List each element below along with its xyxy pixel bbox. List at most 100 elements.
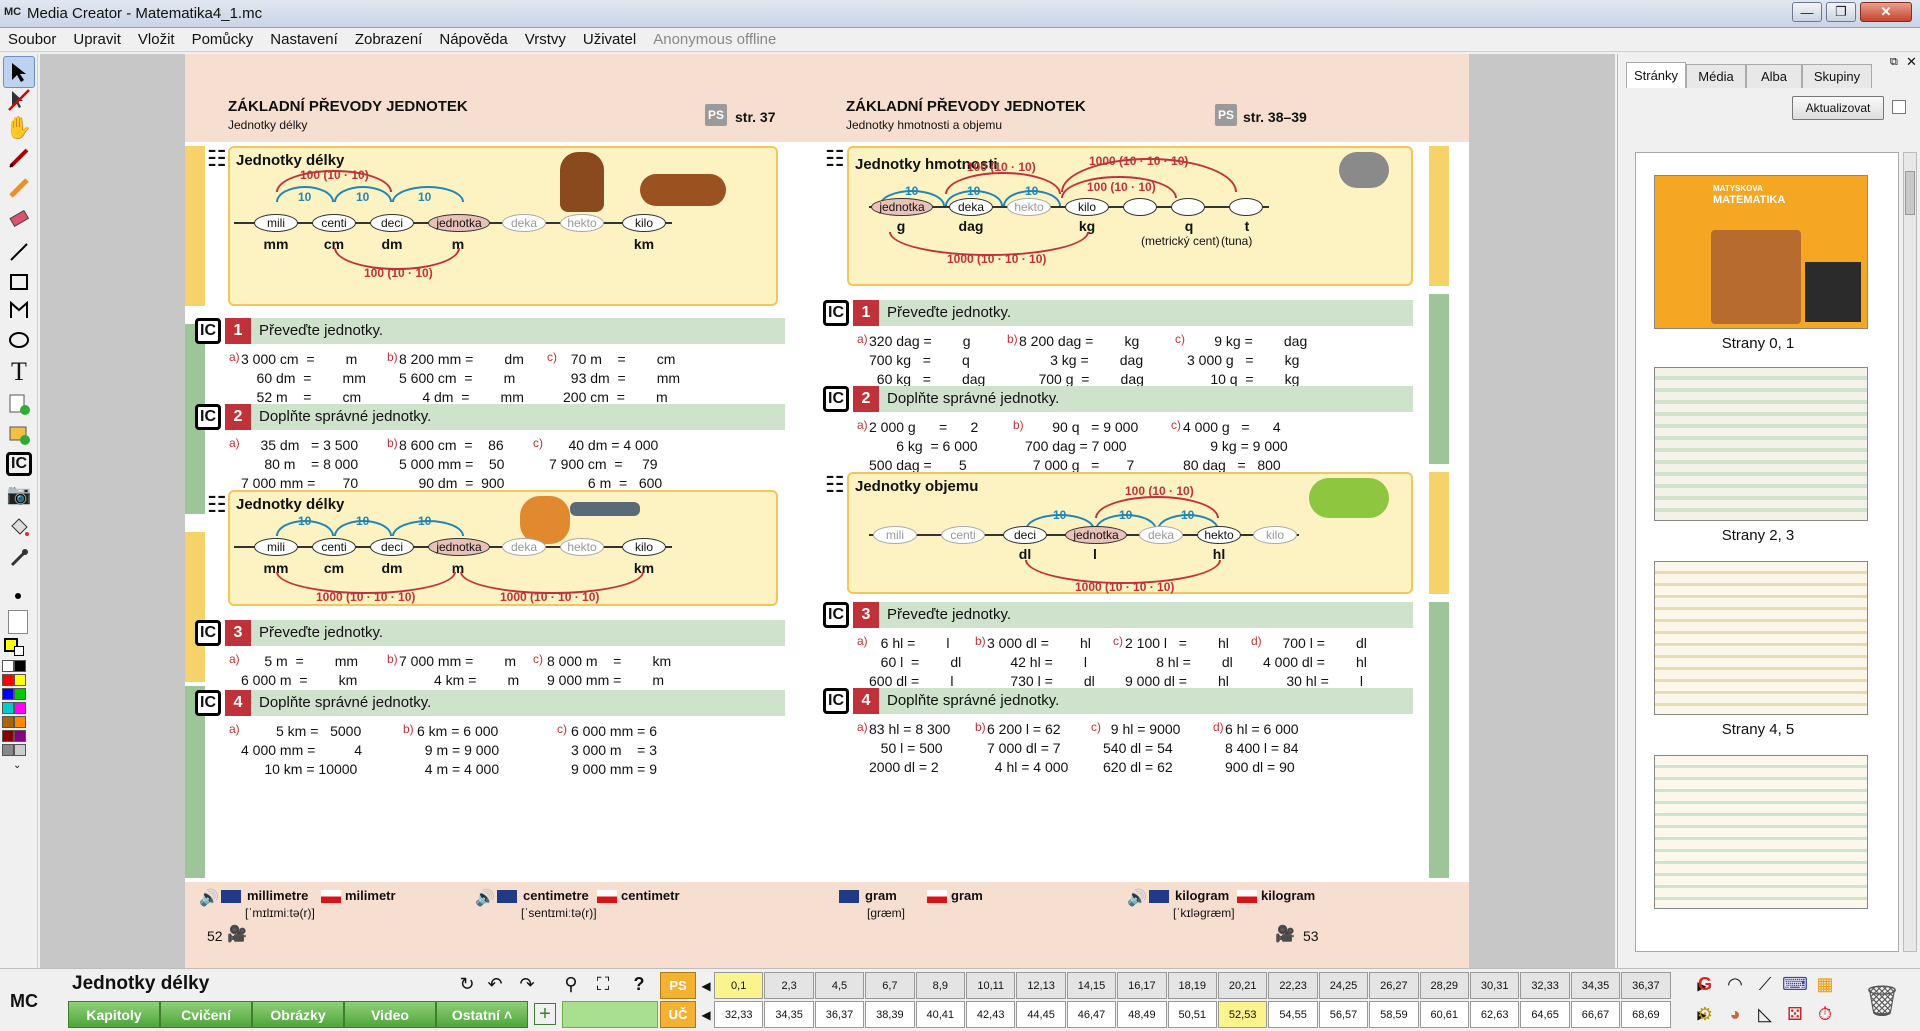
highlighter-tool[interactable] — [3, 172, 35, 204]
fill-tool[interactable] — [3, 512, 35, 544]
refresh-icon[interactable]: ↻ — [454, 971, 480, 997]
add-icon[interactable]: + — [534, 1003, 556, 1025]
uc-page-cell[interactable]: 60,61 — [1419, 1001, 1469, 1028]
brush-size-dot[interactable] — [15, 593, 21, 599]
dock-icon[interactable]: ⧉ — [1890, 56, 1898, 69]
ps-page-cell[interactable]: 30,31 — [1470, 972, 1520, 999]
swatch-brown[interactable] — [2, 716, 14, 728]
menu-nastaveni[interactable]: Nastavení — [270, 31, 338, 48]
ps-badge[interactable]: PS — [705, 104, 727, 126]
calculator-icon[interactable]: ▦ — [1812, 971, 1838, 997]
ic-badge[interactable]: IC — [195, 690, 221, 716]
uc-page-cell[interactable]: 38,39 — [865, 1001, 915, 1028]
video-camera-icon[interactable]: 🎥 — [227, 924, 247, 944]
ps-page-cell[interactable]: 22,23 — [1268, 972, 1318, 999]
swatch-cyan[interactable] — [2, 702, 14, 714]
swatch-blue[interactable] — [2, 688, 14, 700]
ps-page-cell[interactable]: 8,9 — [915, 972, 965, 999]
more-tools-chevron-icon[interactable]: ⌄ — [13, 760, 21, 771]
image-tool[interactable] — [3, 418, 35, 450]
refresh-button[interactable]: Aktualizovat — [1792, 96, 1884, 120]
ps-page-cell[interactable]: 26,27 — [1369, 972, 1419, 999]
uc-page-cell[interactable]: 64,65 — [1520, 1001, 1570, 1028]
search-field[interactable] — [562, 1001, 658, 1028]
thumbnail-scrollbar[interactable] — [1903, 152, 1917, 952]
ps-page-cell[interactable]: 10,11 — [966, 972, 1016, 999]
uc-page-cell[interactable]: 54,55 — [1268, 1001, 1318, 1028]
ic-badge[interactable]: IC — [195, 318, 221, 344]
help-icon[interactable]: ? — [626, 971, 652, 997]
uc-page-cell[interactable]: 44,45 — [1016, 1001, 1066, 1028]
undo-icon[interactable]: ↶ — [482, 971, 508, 997]
secondary-color[interactable] — [14, 646, 24, 656]
menu-zobrazeni[interactable]: Zobrazení — [355, 31, 423, 48]
protractor-icon[interactable]: ◠ — [1722, 971, 1748, 997]
swatch-orange[interactable] — [14, 716, 26, 728]
auto-refresh-checkbox[interactable] — [1892, 100, 1906, 114]
google-icon[interactable]: G — [1692, 971, 1718, 997]
ps-page-cell[interactable]: 16,17 — [1117, 972, 1167, 999]
ps-page-cell[interactable]: 20,21 — [1218, 972, 1268, 999]
uc-page-cell[interactable]: 46,47 — [1066, 1001, 1117, 1028]
fullscreen-icon[interactable]: ⛶ — [590, 971, 616, 997]
palette-icon[interactable]: ◕ — [1722, 1001, 1748, 1027]
menu-vlozit[interactable]: Vložit — [138, 31, 175, 48]
ps-page-cell[interactable]: 32,33 — [1520, 972, 1570, 999]
swatch-purple[interactable] — [14, 730, 26, 742]
menu-vrstvy[interactable]: Vrstvy — [525, 31, 566, 48]
note-tool[interactable] — [3, 388, 35, 420]
uc-page-cell[interactable]: 66,67 — [1570, 1001, 1621, 1028]
uc-page-cell[interactable]: 34,35 — [764, 1001, 814, 1028]
scrollbar-thumb[interactable] — [1905, 171, 1915, 215]
ic-badge[interactable]: IC — [823, 300, 849, 326]
zoom-icon[interactable]: ⚲ — [558, 971, 584, 997]
ps-page-cell[interactable]: 14,15 — [1066, 972, 1117, 999]
ic-badge[interactable]: IC — [195, 620, 221, 646]
redo-icon[interactable]: ↷ — [514, 971, 540, 997]
uc-page-cell[interactable]: 48,49 — [1117, 1001, 1167, 1028]
swatch-red[interactable] — [2, 674, 14, 686]
tab-media[interactable]: Média — [1686, 64, 1746, 88]
ps-page-cell[interactable]: 24,25 — [1318, 972, 1369, 999]
settings-icon[interactable]: ⚙ — [1692, 1001, 1718, 1027]
pen-tool[interactable] — [3, 142, 35, 174]
ic-badge[interactable]: IC — [823, 386, 849, 412]
video-camera-icon[interactable]: 🎥 — [1275, 924, 1295, 944]
maximize-button[interactable]: ❐ — [1826, 2, 1856, 22]
keyboard-icon[interactable]: ⌨ — [1782, 971, 1808, 997]
speaker-icon[interactable]: 🔊 — [199, 888, 219, 908]
uc-page-cell[interactable]: 62,63 — [1470, 1001, 1520, 1028]
minimize-button[interactable]: — — [1792, 2, 1822, 22]
speaker-icon[interactable]: 🔊 — [475, 888, 495, 908]
video-button[interactable]: Video — [344, 1001, 436, 1028]
menu-napoveda[interactable]: Nápověda — [439, 31, 507, 48]
uc-page-cell[interactable]: 68,69 — [1621, 1001, 1671, 1028]
ps-page-cell[interactable]: 34,35 — [1570, 972, 1621, 999]
uc-page-cell[interactable]: 56,57 — [1318, 1001, 1369, 1028]
hand-tool[interactable]: ✋ — [3, 112, 35, 144]
close-button[interactable]: ✕ — [1860, 2, 1912, 22]
menu-uzivatel[interactable]: Uživatel — [583, 31, 636, 48]
thumbnail-pages[interactable] — [1654, 755, 1868, 909]
tab-stranky[interactable]: Stránky — [1626, 62, 1686, 88]
mc-logo[interactable]: MC — [10, 991, 38, 1012]
line-tool[interactable] — [3, 236, 35, 268]
uc-prev-arrow-icon[interactable]: ◀ — [700, 1001, 712, 1028]
swatch-magenta[interactable] — [14, 702, 26, 714]
ps-badge[interactable]: PS — [1215, 104, 1237, 126]
uc-page-cell[interactable]: 42,43 — [966, 1001, 1016, 1028]
ic-badge[interactable]: IC — [823, 688, 849, 714]
thumbnail-pages[interactable] — [1654, 561, 1868, 715]
stopwatch-icon[interactable]: ⏱ — [1812, 1001, 1838, 1027]
ps-page-cell[interactable]: 28,29 — [1419, 972, 1469, 999]
eraser-tool[interactable] — [3, 202, 35, 234]
exercises-button[interactable]: Cvičení — [160, 1001, 252, 1028]
swatch-yellow[interactable] — [14, 674, 26, 686]
speaker-icon[interactable]: 🔊 — [1127, 888, 1147, 908]
ruler-icon[interactable]: ⟋ — [1752, 971, 1778, 997]
ps-page-cell[interactable]: 12,13 — [1016, 972, 1066, 999]
ps-page-cell[interactable]: 2,3 — [764, 972, 814, 999]
ic-badge[interactable]: IC — [823, 602, 849, 628]
menu-pomucky[interactable]: Pomůcky — [192, 31, 254, 48]
ps-page-cell[interactable]: 4,5 — [814, 972, 865, 999]
